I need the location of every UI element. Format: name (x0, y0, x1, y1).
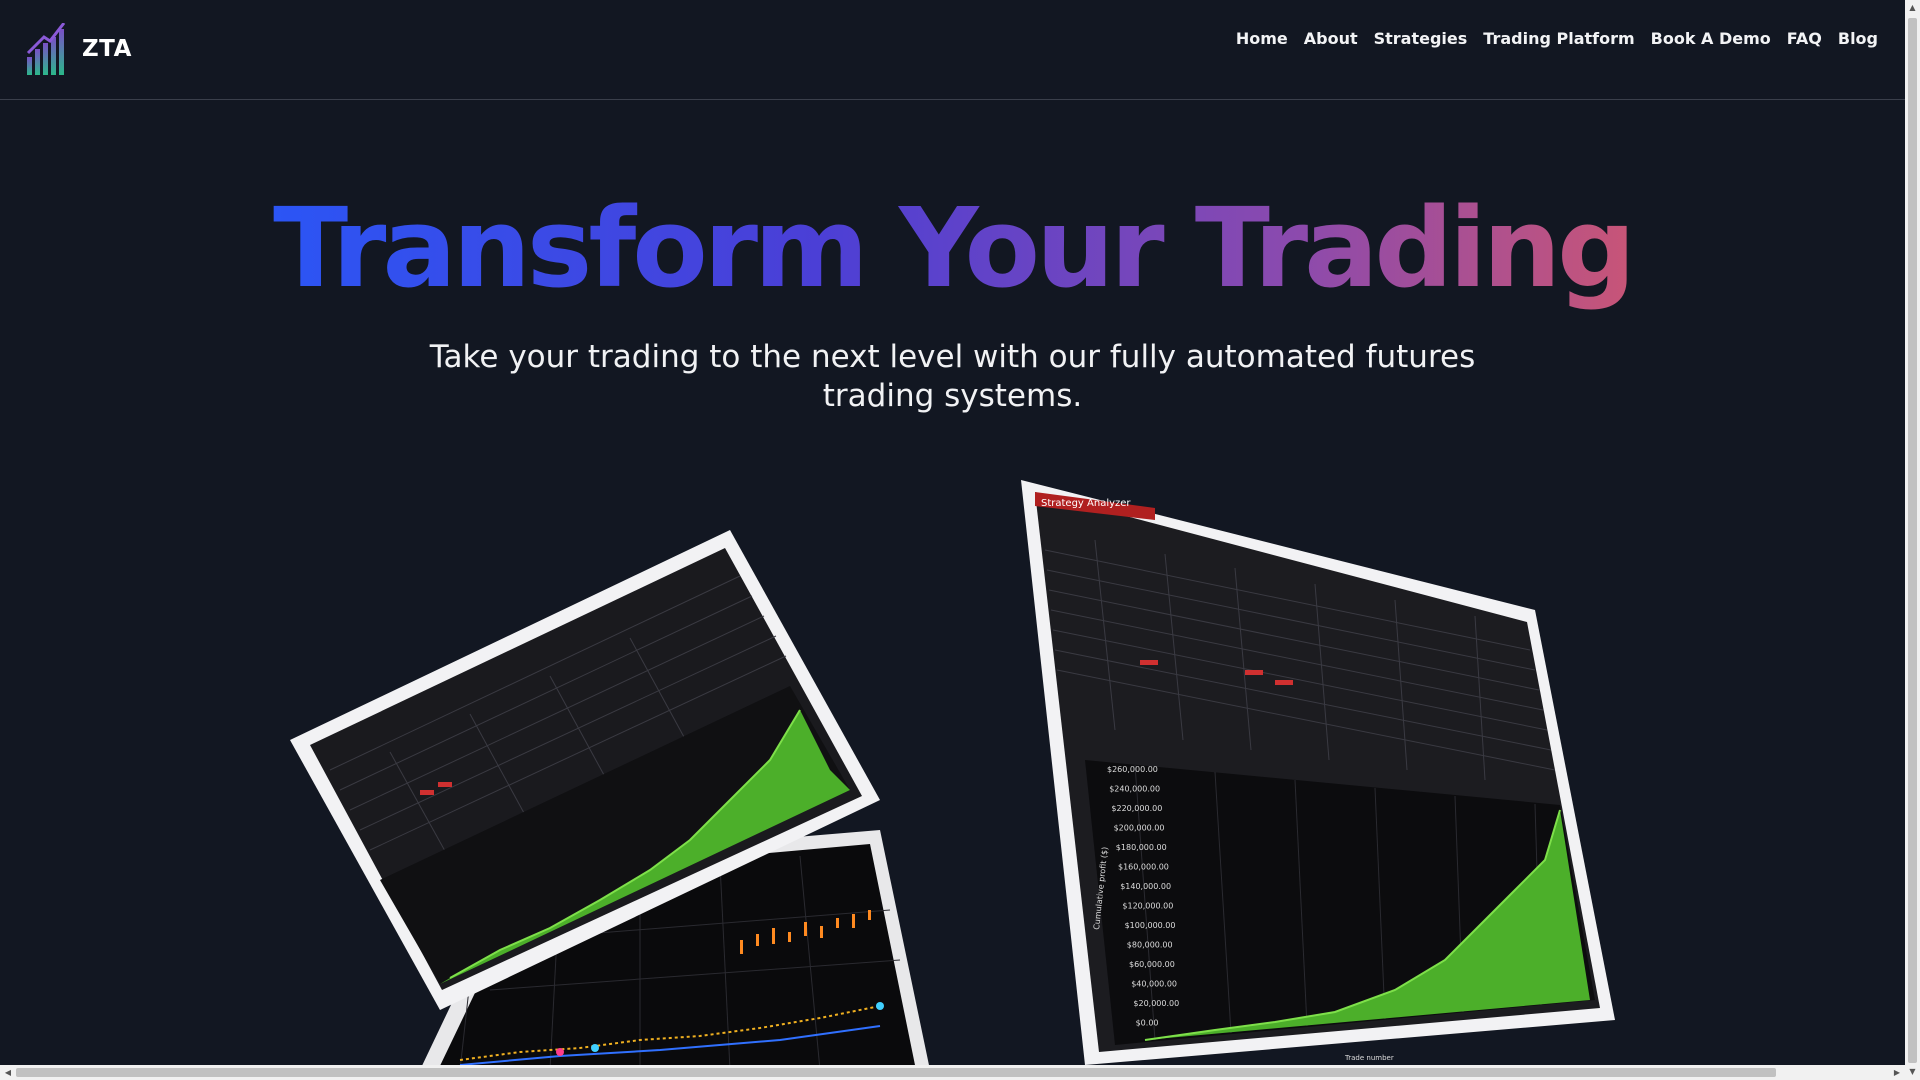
horizontal-scrollbar[interactable]: ◀ ▶ (0, 1065, 1905, 1080)
y-tick-label: $140,000.00 (1120, 882, 1171, 891)
nav-book-a-demo-link[interactable]: Book A Demo (1651, 29, 1771, 48)
nav-trading-platform-link[interactable]: Trading Platform (1483, 29, 1634, 48)
y-tick-label: $100,000.00 (1125, 921, 1176, 930)
window-title: Strategy Analyzer (1041, 498, 1131, 509)
y-tick-label: $180,000.00 (1116, 843, 1167, 852)
nav-links: Home About Strategies Trading Platform B… (1220, 29, 1878, 48)
y-tick-label: $200,000.00 (1114, 824, 1165, 833)
tablet-strategy-analyzer-left-image (290, 530, 880, 1010)
nav-about-link[interactable]: About (1304, 29, 1358, 48)
nav-home-link[interactable]: Home (1236, 29, 1288, 48)
y-tick-label: $160,000.00 (1118, 863, 1169, 872)
rising-bars-logo-icon (26, 23, 66, 75)
nav-faq-link[interactable]: FAQ (1787, 29, 1822, 48)
y-tick-label: $80,000.00 (1127, 941, 1173, 950)
brand[interactable]: ZTA (26, 22, 132, 76)
y-tick-label: $40,000.00 (1131, 980, 1177, 989)
y-tick-label: $240,000.00 (1109, 785, 1160, 794)
vertical-scroll-thumb[interactable] (1908, 18, 1917, 1063)
y-tick-label: $220,000.00 (1111, 804, 1162, 813)
brand-name: ZTA (82, 36, 132, 62)
scroll-up-arrow-icon[interactable]: ▲ (1905, 0, 1920, 16)
y-tick-label: $120,000.00 (1122, 902, 1173, 911)
y-tick-label: $260,000.00 (1107, 765, 1158, 774)
x-axis-label: Trade number (1344, 1054, 1394, 1062)
scroll-right-arrow-icon[interactable]: ▶ (1889, 1065, 1905, 1080)
monitor-strategy-analyzer-right-image: Strategy Analyzer $260,000.00 $240,000.00… (1021, 480, 1615, 1065)
y-tick-label: $20,000.00 (1133, 999, 1179, 1008)
platform-screenshots: Strategy Analyzer $260,000.00 $240,000.00… (0, 460, 1905, 1070)
hero-title: Transform Your Trading (273, 184, 1636, 312)
vertical-scrollbar[interactable]: ▲ ▼ (1905, 0, 1920, 1080)
scroll-down-arrow-icon[interactable]: ▼ (1905, 1064, 1920, 1080)
top-navigation-bar: ZTA Home About Strategies Trading Platfo… (0, 0, 1905, 100)
y-tick-label: $0.00 (1136, 1019, 1159, 1028)
hero-subtitle: Take your trading to the next level with… (429, 339, 1476, 414)
nav-strategies-link[interactable]: Strategies (1374, 29, 1468, 48)
horizontal-scroll-thumb[interactable] (16, 1068, 1776, 1077)
nav-blog-link[interactable]: Blog (1838, 29, 1878, 48)
scroll-left-arrow-icon[interactable]: ◀ (0, 1065, 16, 1080)
y-tick-label: $60,000.00 (1129, 960, 1175, 969)
